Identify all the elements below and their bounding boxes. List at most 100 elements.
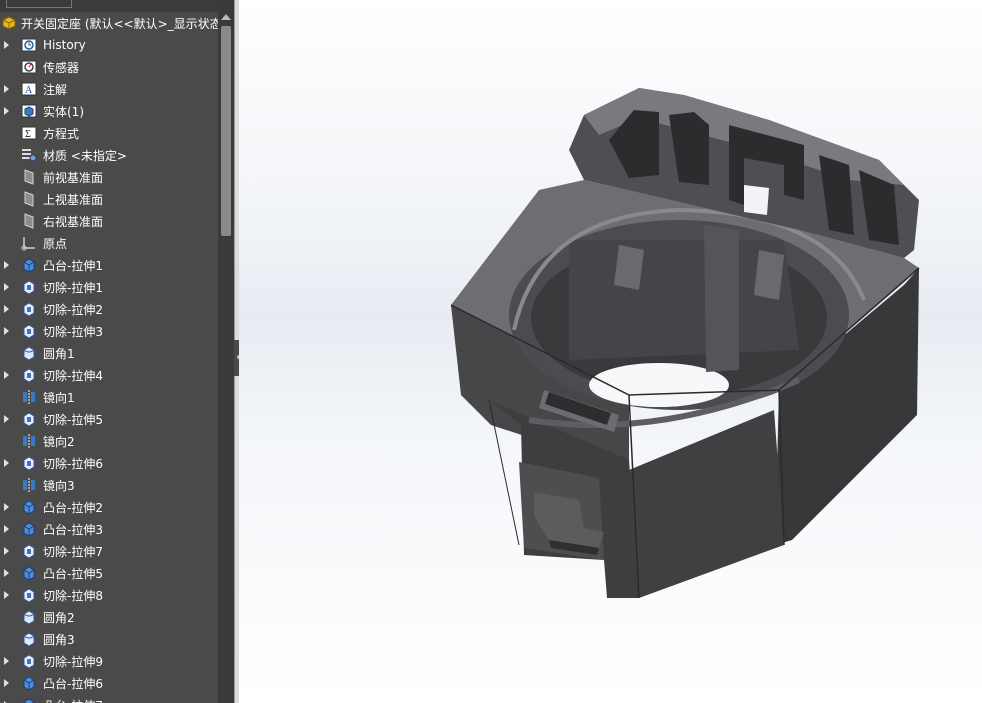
expand-arrow-icon[interactable] <box>0 408 16 430</box>
tree-item[interactable]: 切除-拉伸7 <box>0 540 218 562</box>
cut-extrude-icon <box>20 454 38 472</box>
tree-item[interactable]: 凸台-拉伸5 <box>0 562 218 584</box>
tree-item[interactable]: 凸台-拉伸3 <box>0 518 218 540</box>
tree-item-label: 圆角2 <box>43 610 75 625</box>
expand-arrow-icon[interactable] <box>0 276 16 298</box>
tree-item[interactable]: 前视基准面 <box>0 166 218 188</box>
expand-arrow-icon[interactable] <box>0 562 16 584</box>
tree-item-label: 切除-拉伸3 <box>43 324 103 339</box>
3d-model-view[interactable] <box>239 0 982 703</box>
annotation-icon: A <box>20 80 38 98</box>
expand-arrow-icon[interactable] <box>0 518 16 540</box>
tree-item[interactable]: 圆角3 <box>0 628 218 650</box>
expand-arrow-icon[interactable] <box>0 540 16 562</box>
boss-extrude-icon <box>20 674 38 692</box>
tree-item-label: 材质 <未指定> <box>43 148 127 163</box>
cut-extrude-icon <box>20 300 38 318</box>
tree-item[interactable]: History <box>0 34 218 56</box>
tree-item[interactable]: Σ 方程式 <box>0 122 218 144</box>
tree-item-label: 凸台-拉伸2 <box>43 500 103 515</box>
tree-root-part[interactable]: 开关固定座 (默认<<默认>_显示状态 <box>0 12 222 34</box>
history-icon <box>20 36 38 54</box>
tree-item-label: 凸台-拉伸6 <box>43 676 103 691</box>
tree-item[interactable]: 圆角2 <box>0 606 218 628</box>
tree-item[interactable]: 镜向1 <box>0 386 218 408</box>
tree-item-label: 切除-拉伸6 <box>43 456 103 471</box>
tree-item-label: 原点 <box>43 236 68 251</box>
plane-icon <box>20 190 38 208</box>
tree-item-label: 镜向2 <box>43 434 75 449</box>
tree-item-label: 注解 <box>43 82 68 97</box>
tree-item[interactable]: 原点 <box>0 232 218 254</box>
expand-arrow-icon <box>0 166 16 188</box>
expand-arrow-icon[interactable] <box>0 298 16 320</box>
tree-item[interactable]: 切除-拉伸6 <box>0 452 218 474</box>
tree-header-strip <box>0 0 218 12</box>
cut-extrude-icon <box>20 366 38 384</box>
tree-item[interactable]: 材质 <未指定> <box>0 144 218 166</box>
expand-arrow-icon[interactable] <box>0 78 16 100</box>
tree-item-label: 方程式 <box>43 126 80 141</box>
expand-arrow-icon[interactable] <box>0 584 16 606</box>
expand-arrow-icon[interactable] <box>0 100 16 122</box>
tree-item[interactable]: 上视基准面 <box>0 188 218 210</box>
scroll-thumb[interactable] <box>221 26 231 236</box>
cut-extrude-icon <box>20 322 38 340</box>
tree-item[interactable]: A 注解 <box>0 78 218 100</box>
expand-arrow-icon <box>0 56 16 78</box>
tree-item-label: 凸台-拉伸1 <box>43 258 103 273</box>
graphics-viewport[interactable] <box>239 0 982 703</box>
tree-item[interactable]: 实体(1) <box>0 100 218 122</box>
cut-extrude-icon <box>20 410 38 428</box>
expand-arrow-icon[interactable] <box>0 672 16 694</box>
tree-item-label: 传感器 <box>43 60 80 75</box>
tree-item[interactable]: 传感器 <box>0 56 218 78</box>
tree-item[interactable]: 凸台-拉伸1 <box>0 254 218 276</box>
tree-item[interactable]: 凸台-拉伸2 <box>0 496 218 518</box>
fillet-icon <box>20 344 38 362</box>
expand-arrow-icon <box>0 606 16 628</box>
boss-extrude-icon <box>20 564 38 582</box>
tree-item[interactable]: 镜向2 <box>0 430 218 452</box>
tree-item-label: 实体(1) <box>43 104 84 119</box>
expand-arrow-icon <box>0 386 16 408</box>
tree-scrollbar[interactable] <box>218 0 234 703</box>
tree-item-label: 切除-拉伸7 <box>43 544 103 559</box>
tree-item[interactable]: 切除-拉伸8 <box>0 584 218 606</box>
tree-item[interactable]: 切除-拉伸2 <box>0 298 218 320</box>
tree-item[interactable]: 切除-拉伸9 <box>0 650 218 672</box>
expand-arrow-icon[interactable] <box>0 320 16 342</box>
tree-item[interactable]: 圆角1 <box>0 342 218 364</box>
scroll-up-arrow-icon[interactable] <box>221 14 231 20</box>
boss-extrude-icon <box>20 696 38 703</box>
tree-tab[interactable] <box>6 0 72 8</box>
cut-extrude-icon <box>20 278 38 296</box>
tree-item[interactable]: 切除-拉伸4 <box>0 364 218 386</box>
mirror-icon <box>20 476 38 494</box>
expand-arrow-icon <box>0 122 16 144</box>
tree-item[interactable]: 右视基准面 <box>0 210 218 232</box>
plane-icon <box>20 212 38 230</box>
expand-arrow-icon[interactable] <box>0 364 16 386</box>
expand-arrow-icon <box>0 342 16 364</box>
tree-item[interactable]: 镜向3 <box>0 474 218 496</box>
expand-arrow-icon[interactable] <box>0 452 16 474</box>
tree-item[interactable]: 切除-拉伸1 <box>0 276 218 298</box>
part-icon <box>0 14 18 32</box>
expand-arrow-icon[interactable] <box>0 496 16 518</box>
tree-item[interactable]: 切除-拉伸5 <box>0 408 218 430</box>
tree-item-label: 凸台-拉伸5 <box>43 566 103 581</box>
boss-extrude-icon <box>20 520 38 538</box>
tree-item[interactable]: 凸台-拉伸6 <box>0 672 218 694</box>
expand-arrow-icon[interactable] <box>0 34 16 56</box>
tree-item-label: 圆角1 <box>43 346 75 361</box>
expand-arrow-icon[interactable] <box>0 254 16 276</box>
tree-item[interactable]: 切除-拉伸3 <box>0 320 218 342</box>
tree-item-label: 凸台-拉伸7 <box>43 697 103 703</box>
expand-arrow-icon[interactable] <box>0 650 16 672</box>
expand-arrow-icon <box>0 188 16 210</box>
plane-icon <box>20 168 38 186</box>
tree-item[interactable]: 凸台-拉伸7 <box>0 694 218 703</box>
expand-arrow-icon[interactable] <box>0 694 16 703</box>
tree-item-label: 前视基准面 <box>43 170 104 185</box>
